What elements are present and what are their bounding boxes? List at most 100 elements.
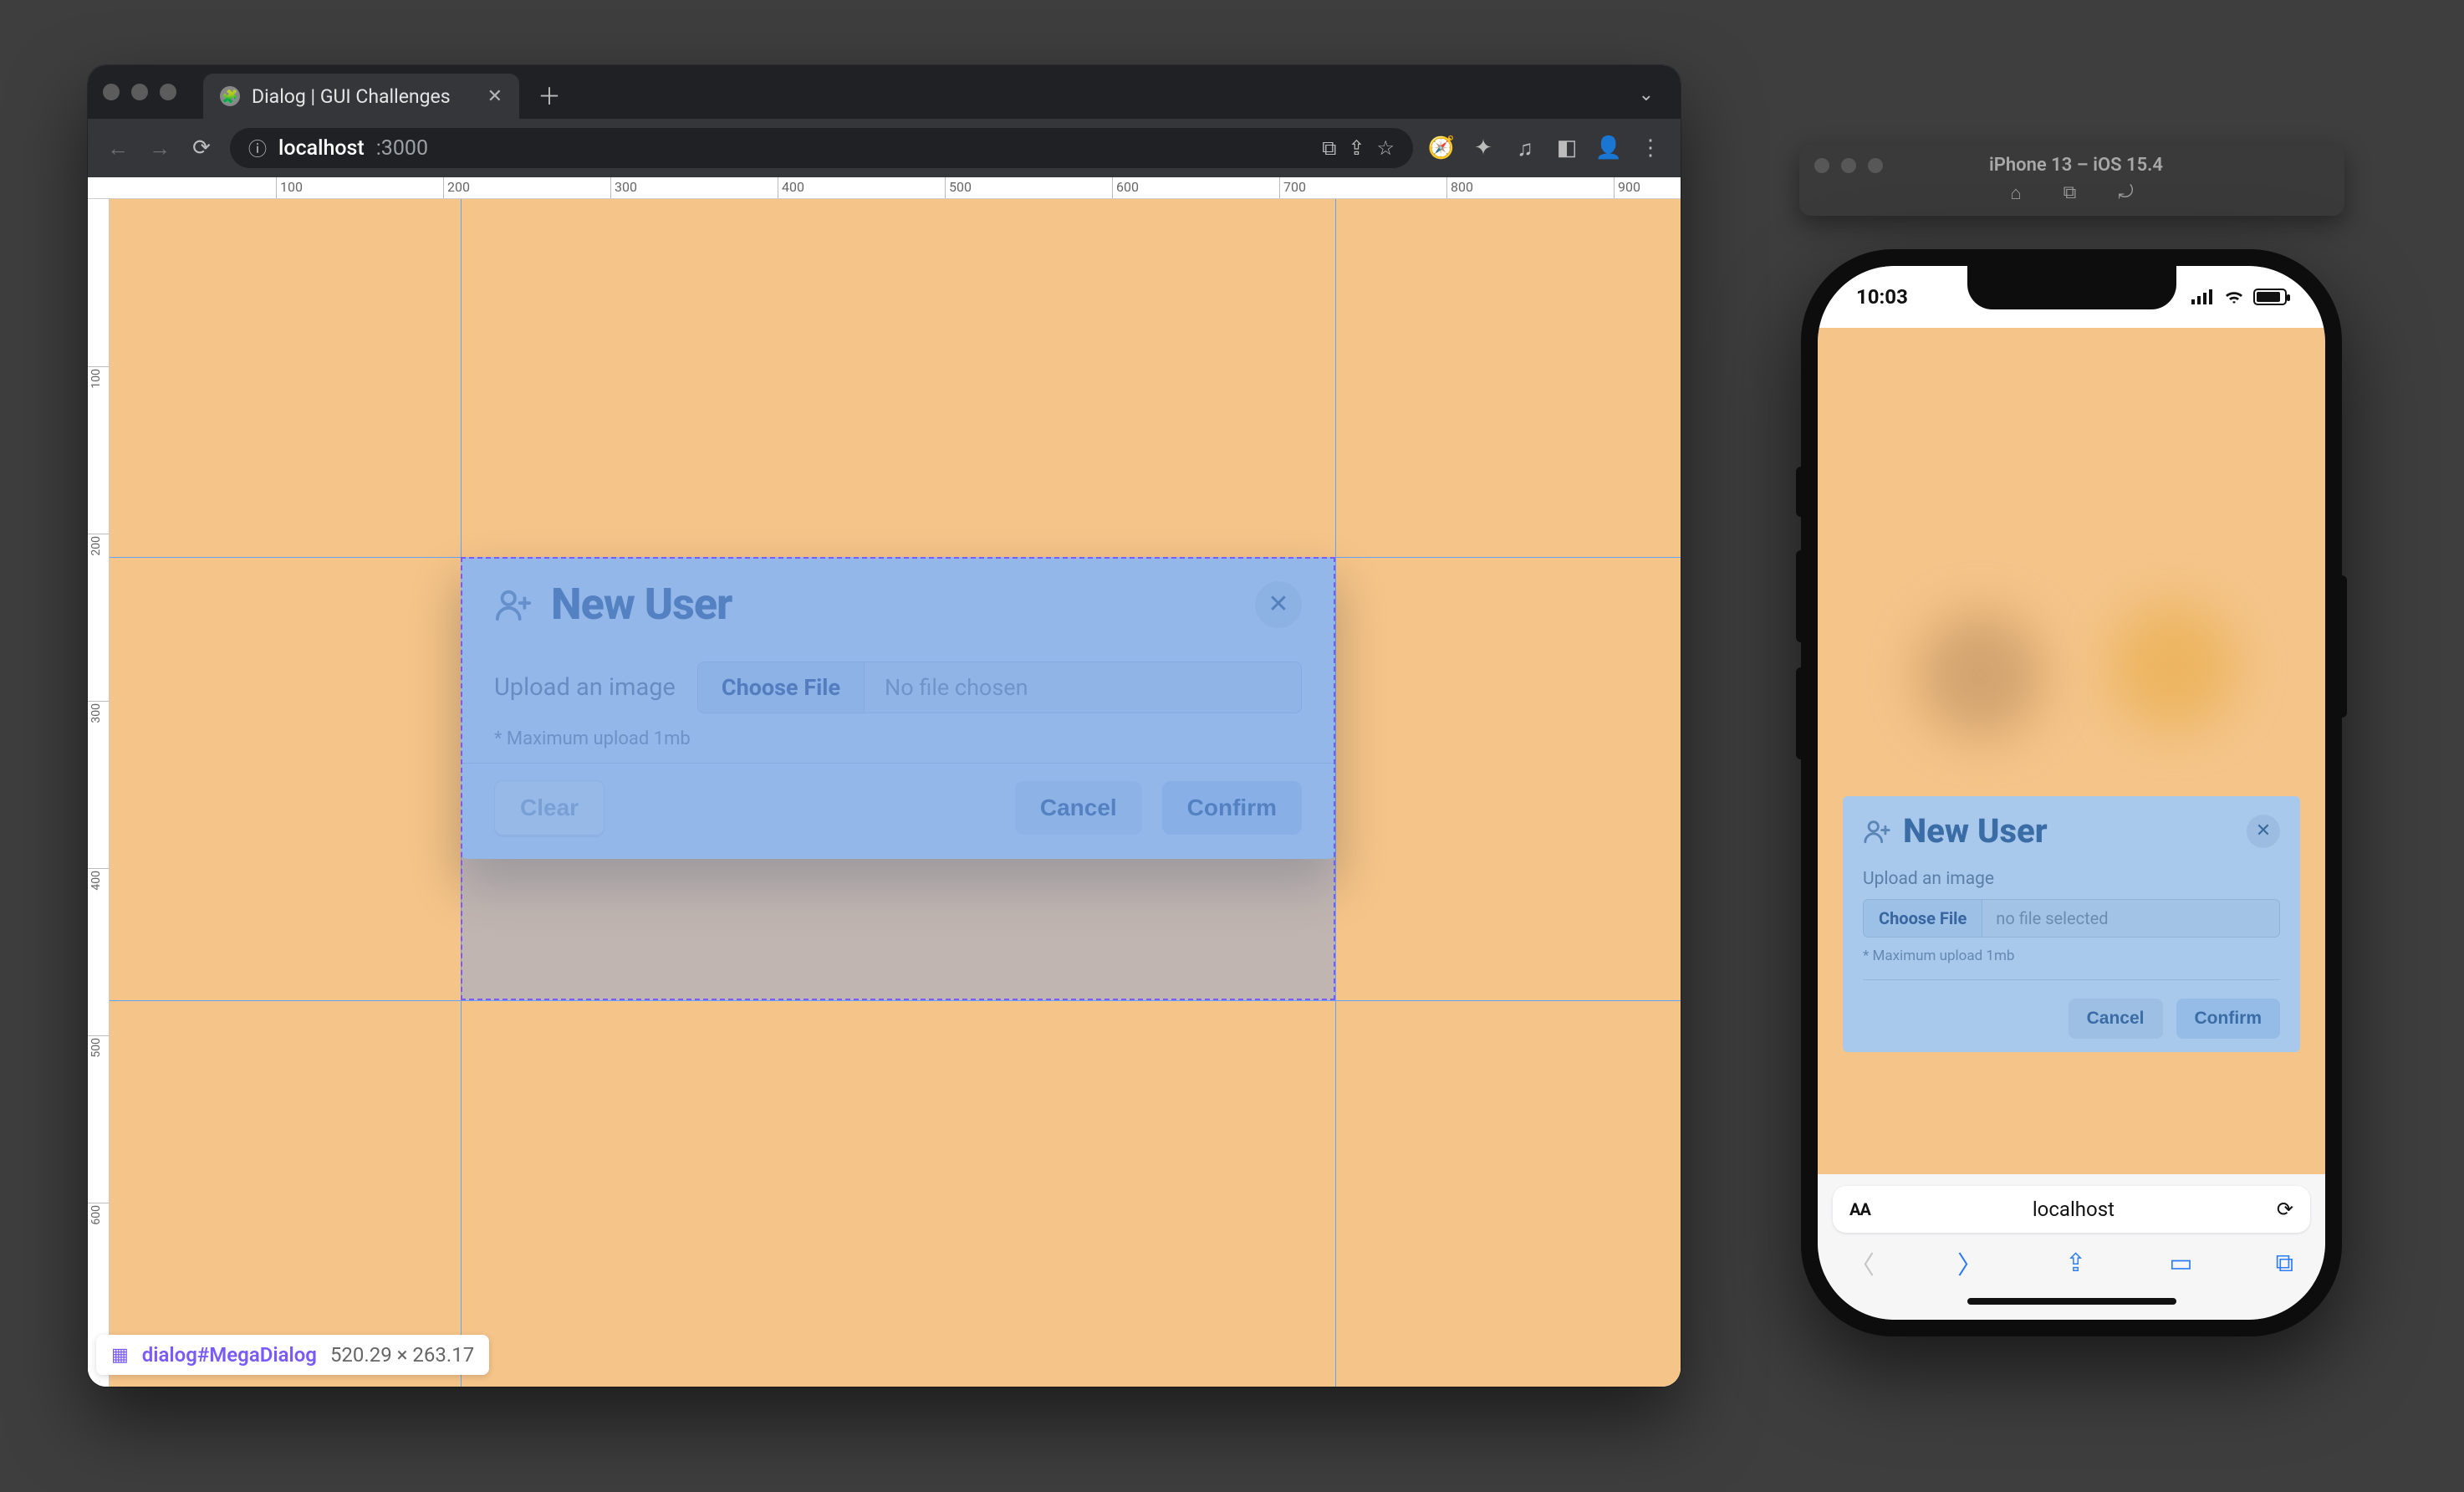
sim-home-icon[interactable]: ⌂ [2010,182,2021,204]
safari-forward-icon[interactable]: 〉 [1957,1244,1982,1281]
status-time: 10:03 [1856,285,1908,309]
devtools-panel-icon[interactable]: ◧ [1553,135,1580,161]
dialog-footer: Cancel Confirm [1843,987,2300,1039]
background-blur [2110,604,2236,729]
phone-volume-down [1796,667,1801,759]
phone-silence-switch [1796,467,1801,517]
safari-toolbar: 〈 〉 ⇪ ▭ ⧉ [1833,1244,2310,1281]
iphone-device-frame: 10:03 New [1801,249,2342,1336]
dialog-close-button[interactable]: ✕ [2247,815,2280,848]
share-icon[interactable]: ⇪ [1348,136,1365,160]
browser-tab[interactable]: 🧩 Dialog | GUI Challenges ✕ [203,74,519,119]
cellular-icon [2191,289,2215,304]
safari-page: New User ✕ Upload an image Choose File n… [1818,328,2325,1174]
sim-zoom-icon[interactable] [1868,158,1883,173]
add-user-icon [494,585,533,624]
page-canvas: New User ✕ Upload an image Choose File N… [110,199,1681,1387]
safari-address-bar[interactable]: AA localhost ⟳ [1833,1186,2310,1233]
upload-row: Upload an image Choose File No file chos… [494,662,1302,713]
media-icon[interactable]: ♫ [1512,135,1538,161]
sim-minimize-icon[interactable] [1841,158,1856,173]
add-user-icon [1863,817,1891,846]
element-selector: dialog#MegaDialog [142,1343,317,1367]
sim-close-icon[interactable] [1814,158,1829,173]
upload-label: Upload an image [1863,869,2280,889]
extensions-icon[interactable]: ✦ [1470,135,1497,161]
upload-hint: * Maximum upload 1mb [494,728,1302,749]
dialog-title: New User [551,579,732,630]
mega-dialog: New User ✕ Upload an image Choose File N… [461,557,1335,859]
browser-chrome: 🧩 Dialog | GUI Challenges ✕ ＋ ⌄ ← → ⟳ ⓘ … [88,65,1681,177]
dialog-divider [1863,979,2280,980]
open-external-icon[interactable]: ⧉ [1322,136,1336,160]
battery-icon [2253,289,2287,305]
browser-toolbar: ← → ⟳ ⓘ localhost :3000 ⧉ ⇪ ☆ 🧭 ✦ ♫ ◧ 👤 ⋮ [88,119,1681,177]
dialog-close-button[interactable]: ✕ [1255,581,1302,628]
tabs-overflow-icon[interactable]: ⌄ [1639,84,1654,105]
window-close-icon[interactable] [103,84,120,100]
nav-back-icon[interactable]: ← [105,135,131,161]
page-viewport: 100 200 300 400 500 600 700 800 900 100 … [88,177,1681,1387]
bookmark-icon[interactable]: ☆ [1376,136,1395,160]
phone-screen: 10:03 New [1818,266,2325,1320]
favicon-icon: 🧩 [220,86,240,106]
phone-power-button [2342,575,2347,718]
dialog-body: Upload an image Choose File No file chos… [461,646,1335,763]
sim-screenshot-icon[interactable]: ⧉ [2064,182,2077,204]
safari-share-icon[interactable]: ⇪ [2065,1249,2086,1278]
element-info-chip: ▦ dialog#MegaDialog 520.29 × 263.17 [96,1335,489,1375]
window-minimize-icon[interactable] [131,84,148,100]
ruler-horizontal: 100 200 300 400 500 600 700 800 900 [88,177,1681,199]
url-port: :3000 [376,136,428,161]
dialog-footer: Clear Cancel Confirm [461,764,1335,859]
file-input[interactable]: Choose File No file chosen [697,662,1302,713]
browser-menu-icon[interactable]: ⋮ [1637,135,1664,161]
phone-volume-up [1796,550,1801,642]
tab-strip: 🧩 Dialog | GUI Challenges ✕ ＋ ⌄ [88,65,1681,119]
file-name-display: no file selected [1982,899,2280,938]
safari-bookmarks-icon[interactable]: ▭ [2169,1249,2192,1278]
text-size-icon[interactable]: AA [1849,1199,1870,1219]
window-controls [103,84,176,100]
tab-title: Dialog | GUI Challenges [252,85,451,108]
sim-rotate-icon[interactable]: ⤾ [2118,182,2133,204]
safari-url-host: localhost [1882,1198,2265,1221]
profile-avatar-icon[interactable]: 👤 [1595,135,1622,161]
confirm-button[interactable]: Confirm [1162,781,1302,835]
simulator-title: iPhone 13 – iOS 15.4 [1895,155,2257,176]
safari-bottom-chrome: AA localhost ⟳ 〈 〉 ⇪ ▭ ⧉ [1818,1174,2325,1320]
element-dimensions: 520.29 × 263.17 [330,1343,474,1367]
background-blur [1918,612,2043,738]
ruler-vertical: 100 200 300 400 500 600 [88,199,110,1387]
dialog-body: Upload an image Choose File no file sele… [1843,861,2300,987]
simulator-titlebar: iPhone 13 – iOS 15.4 ⌂ ⧉ ⤾ [1799,145,2344,216]
dialog-title: New User [1903,811,2048,851]
confirm-button[interactable]: Confirm [2176,999,2281,1039]
nav-reload-icon[interactable]: ⟳ [188,135,215,161]
url-host: localhost [278,136,365,161]
cancel-button[interactable]: Cancel [2069,999,2163,1039]
phone-notch [1967,266,2176,309]
tab-close-icon[interactable]: ✕ [487,86,502,107]
extension-compass-icon[interactable]: 🧭 [1428,135,1455,161]
window-zoom-icon[interactable] [160,84,176,100]
wifi-icon [2223,289,2245,305]
upload-label: Upload an image [494,673,676,702]
guide-line [110,1000,1681,1001]
choose-file-button[interactable]: Choose File [1863,899,1982,938]
dialog-header: New User ✕ [1843,796,2300,861]
safari-reload-icon[interactable]: ⟳ [2277,1198,2293,1221]
mega-dialog-mobile: New User ✕ Upload an image Choose File n… [1843,796,2300,1052]
cancel-button[interactable]: Cancel [1015,781,1142,835]
safari-tabs-icon[interactable]: ⧉ [2276,1249,2293,1278]
safari-back-icon[interactable]: 〈 [1849,1244,1875,1281]
site-info-icon[interactable]: ⓘ [248,135,267,161]
new-tab-button[interactable]: ＋ [538,79,561,112]
file-input[interactable]: Choose File no file selected [1863,899,2280,938]
home-indicator [1967,1298,2176,1305]
choose-file-button[interactable]: Choose File [697,662,864,713]
nav-forward-icon[interactable]: → [146,135,173,161]
address-bar[interactable]: ⓘ localhost :3000 ⧉ ⇪ ☆ [230,128,1413,168]
upload-hint: * Maximum upload 1mb [1863,948,2280,964]
clear-button[interactable]: Clear [494,780,605,835]
